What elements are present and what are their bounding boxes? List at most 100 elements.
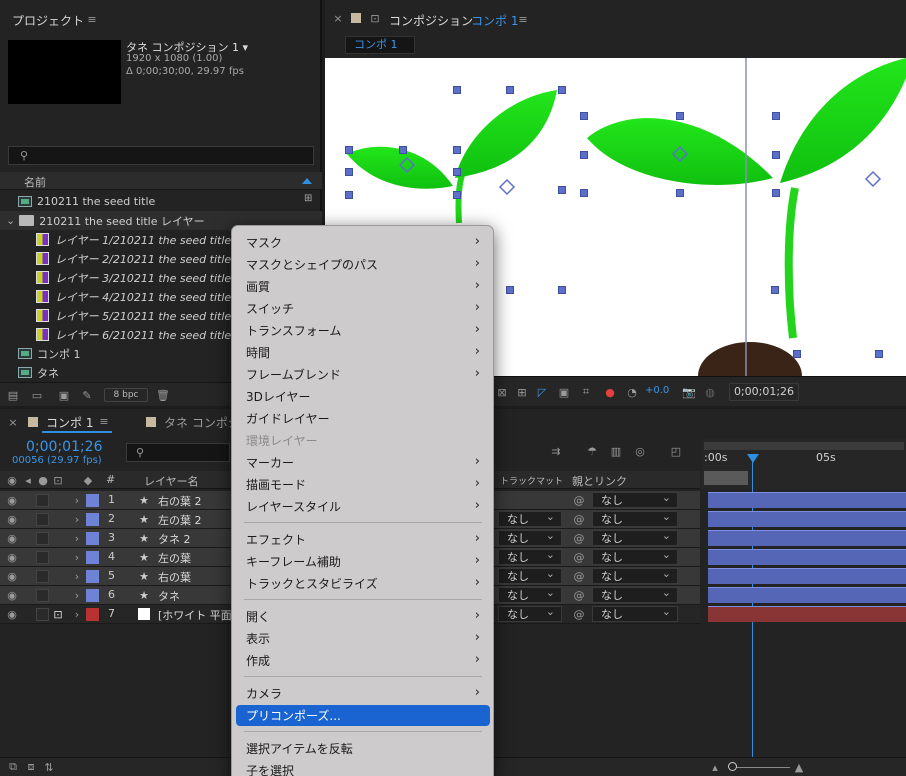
expand-chevron-icon[interactable]: › — [72, 531, 82, 545]
transform-handle[interactable] — [558, 286, 566, 294]
menu-item[interactable]: マーカー › — [236, 452, 490, 473]
eye-icon[interactable]: ◉ — [6, 588, 18, 602]
layer-color-label[interactable] — [86, 532, 99, 545]
video-switch-icon[interactable]: ◉ — [6, 473, 18, 487]
lock-icon[interactable] — [52, 493, 64, 507]
solo-toggle[interactable] — [36, 608, 49, 621]
parent-link-select[interactable]: なし — [592, 510, 678, 527]
transform-handle[interactable] — [345, 168, 353, 176]
viewer-timecode[interactable]: 0;00;01;26 — [729, 383, 799, 401]
comp-mini-flowchart-icon[interactable]: ⇉ — [548, 443, 564, 459]
menu-item[interactable]: 選択アイテムを反転 — [236, 738, 490, 759]
menu-item[interactable]: 3Dレイヤー — [236, 386, 490, 407]
audio-switch-icon[interactable]: ◂ — [22, 473, 34, 487]
timeline-tab-seed-comp[interactable]: タネ コンポジ — [164, 414, 234, 431]
lock-icon[interactable] — [52, 588, 64, 602]
menu-item[interactable]: スイッチ › — [236, 298, 490, 319]
label-tag-icon[interactable]: ◆ — [82, 473, 94, 487]
layer-duration-bar[interactable] — [708, 492, 906, 508]
menu-item[interactable]: フレームブレンド › — [236, 364, 490, 385]
transform-handle[interactable] — [558, 86, 566, 94]
in-out-icon[interactable]: ⇅ — [42, 760, 56, 774]
transform-handle[interactable] — [345, 146, 353, 154]
zoom-slider[interactable] — [730, 767, 790, 768]
transform-handle[interactable] — [453, 191, 461, 199]
viewer-menu-icon[interactable]: ≡ — [517, 12, 529, 26]
solo-toggle[interactable] — [36, 589, 49, 602]
menu-item[interactable]: エフェクト › — [236, 529, 490, 550]
layer-name[interactable]: 左の葉 — [158, 550, 238, 566]
menu-item[interactable]: レイヤースタイル › — [236, 496, 490, 517]
chevron-down-icon[interactable]: ⌄ — [6, 214, 15, 227]
viewer-tab-comp-name[interactable]: コンポ 1 — [471, 12, 518, 29]
region-of-interest-icon[interactable]: ▣ — [557, 385, 571, 399]
viewer-tab-label[interactable]: コンポジション — [389, 12, 473, 29]
solo-toggle[interactable] — [36, 532, 49, 545]
transform-handle[interactable] — [399, 146, 407, 154]
transform-handle[interactable] — [676, 112, 684, 120]
solo-toggle[interactable] — [36, 570, 49, 583]
layer-duration-bar[interactable] — [708, 568, 906, 584]
expand-chevron-icon[interactable]: › — [72, 588, 82, 602]
parent-link-select[interactable]: なし — [592, 529, 678, 546]
menu-item[interactable]: 子を選択 — [236, 760, 490, 776]
expand-chevron-icon[interactable]: › — [72, 607, 82, 621]
motion-blur-icon[interactable]: ◎ — [632, 443, 648, 459]
lock-icon[interactable] — [52, 550, 64, 564]
layer-name[interactable]: タネ 2 — [158, 531, 238, 547]
transform-handle[interactable] — [875, 350, 883, 358]
graph-editor-icon[interactable]: ◰ — [668, 443, 684, 459]
layer-duration-bar[interactable] — [708, 511, 906, 527]
mask-visibility-icon[interactable]: ◸ — [535, 385, 549, 399]
timeline-menu-icon[interactable]: ≡ — [98, 414, 110, 428]
layer-name[interactable]: タネ — [158, 588, 238, 604]
expand-chevron-icon[interactable]: › — [72, 550, 82, 564]
playhead-icon[interactable] — [747, 454, 759, 463]
transform-handle[interactable] — [676, 189, 684, 197]
transform-handle[interactable] — [772, 151, 780, 159]
transform-handle[interactable] — [580, 151, 588, 159]
new-comp-icon[interactable]: ▣ — [56, 388, 72, 402]
menu-item[interactable]: マスク › — [236, 232, 490, 253]
time-ruler[interactable]: :00s 05s — [702, 439, 906, 489]
flowchart-icon[interactable]: ⊞ — [304, 193, 320, 208]
layer-duration-bar[interactable] — [708, 606, 906, 622]
layer-color-label[interactable] — [86, 608, 99, 621]
layer-color-label[interactable] — [86, 494, 99, 507]
solo-toggle[interactable] — [36, 513, 49, 526]
layer-switches-icon[interactable]: ⧉ — [6, 760, 20, 774]
layer-name[interactable]: [ホワイト 平面 2] — [158, 607, 238, 623]
eye-icon[interactable]: ◉ — [6, 550, 18, 564]
pick-whip-icon[interactable]: @ — [572, 512, 586, 526]
layer-duration-bar[interactable] — [708, 587, 906, 603]
channel-icon[interactable]: ● — [603, 385, 617, 399]
layer-duration-bar[interactable] — [708, 530, 906, 546]
pick-whip-icon[interactable]: @ — [572, 493, 586, 507]
layer-name[interactable]: 右の葉 2 — [158, 493, 238, 509]
timeline-timecode[interactable]: 0;00;01;26 — [26, 439, 103, 455]
transparency-grid-icon[interactable]: ⊞ — [515, 385, 529, 399]
menu-item[interactable]: マスクとシェイプのパス › — [236, 254, 490, 275]
transform-handle[interactable] — [771, 286, 779, 294]
parent-link-select[interactable]: なし — [592, 605, 678, 622]
menu-item[interactable]: 作成 › — [236, 650, 490, 671]
menu-item[interactable]: トラックとスタビライズ › — [236, 573, 490, 594]
pick-whip-icon[interactable]: @ — [572, 588, 586, 602]
expand-chevron-icon[interactable]: › — [72, 493, 82, 507]
parent-link-select[interactable]: なし — [592, 586, 678, 603]
eye-icon[interactable]: ◉ — [6, 512, 18, 526]
layer-name[interactable]: 左の葉 2 — [158, 512, 238, 528]
transform-handle[interactable] — [506, 86, 514, 94]
solo-switch-icon[interactable]: ● — [38, 473, 48, 487]
transform-handle[interactable] — [453, 168, 461, 176]
new-folder-icon[interactable]: ▭ — [30, 388, 44, 402]
transform-handle[interactable] — [506, 286, 514, 294]
solo-toggle[interactable] — [36, 551, 49, 564]
adjust-icon[interactable]: ✎ — [80, 388, 94, 402]
show-snapshot-icon[interactable]: ◍ — [703, 385, 717, 399]
project-item[interactable]: 210211 the seed title — [0, 192, 322, 211]
pick-whip-icon[interactable]: @ — [572, 607, 586, 621]
transform-handle[interactable] — [453, 86, 461, 94]
expand-chevron-icon[interactable]: › — [72, 512, 82, 526]
trash-icon[interactable]: 🗑 — [156, 388, 170, 402]
